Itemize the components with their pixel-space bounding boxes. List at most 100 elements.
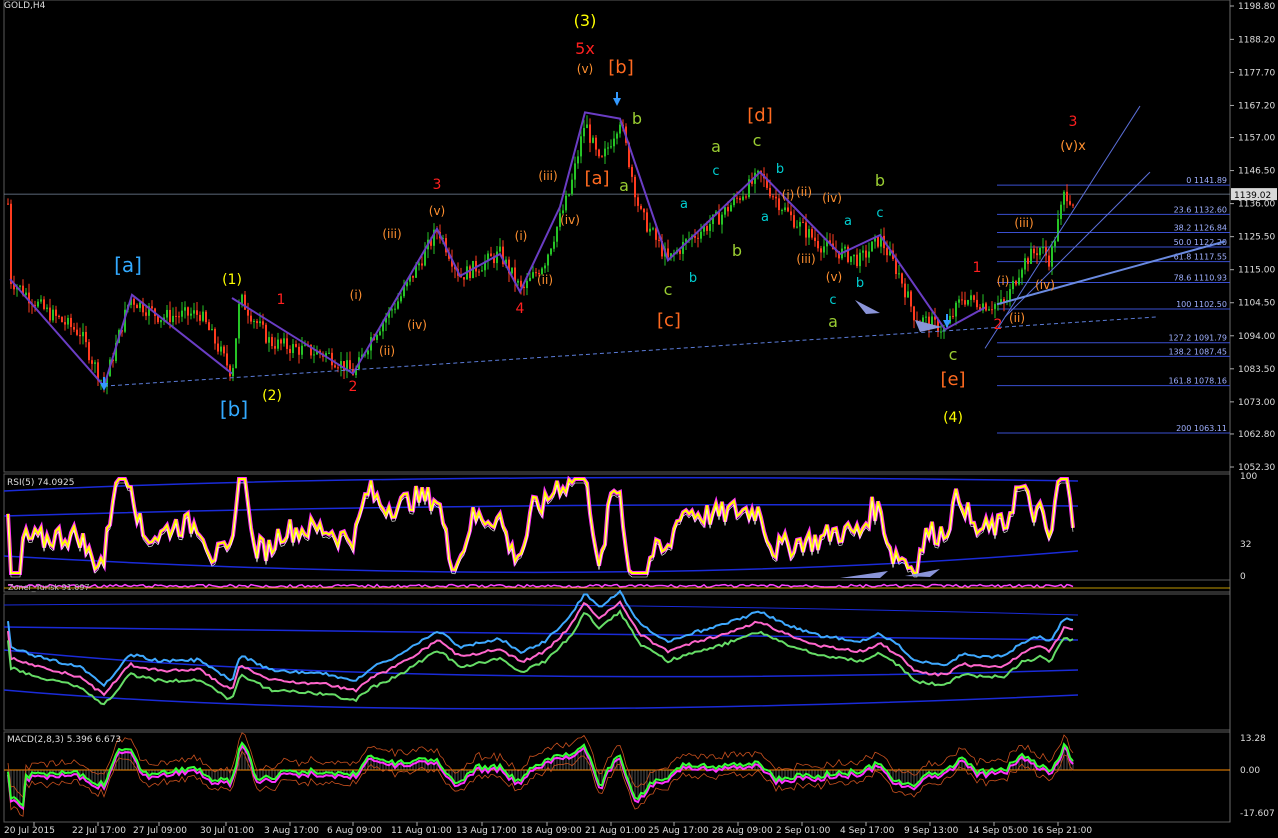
candle-body	[640, 205, 642, 209]
candle-body	[1018, 277, 1020, 285]
wave-label: a	[711, 137, 721, 156]
candle-body	[40, 299, 42, 302]
candle-body	[739, 198, 741, 200]
candle-body	[859, 252, 861, 267]
wave-label: [e]	[940, 369, 965, 390]
fib-level-label: 0 1141.89	[1186, 176, 1227, 185]
candle-body	[1036, 253, 1038, 256]
wave-label: a	[761, 210, 769, 225]
candle-body	[478, 271, 480, 273]
candle-body	[1027, 258, 1029, 264]
candle-body	[214, 328, 216, 344]
price-tick-label: 1198.80	[1238, 2, 1275, 12]
wave-label: (i)	[997, 274, 1010, 288]
wave-label: (i)	[782, 188, 795, 202]
band-top-line	[3, 626, 1079, 641]
wave-label: 2	[994, 317, 1003, 333]
wave-label: b	[875, 171, 885, 190]
candle-body	[793, 215, 795, 228]
candle-body	[844, 246, 846, 249]
wave-label: (1)	[222, 272, 242, 288]
candle-body	[634, 176, 636, 198]
candle-body	[646, 212, 648, 232]
candle-body	[616, 133, 618, 139]
candle-body	[865, 250, 867, 258]
candle-body	[604, 148, 606, 157]
candle-body	[91, 360, 93, 364]
candles	[7, 115, 1074, 395]
candle-body	[412, 275, 414, 278]
candle-body	[907, 291, 909, 298]
candle-body	[922, 317, 924, 323]
zoner-line	[7, 583, 1074, 589]
candle-body	[151, 306, 153, 309]
candle-body	[241, 294, 243, 304]
candle-body	[43, 299, 45, 309]
candle-body	[271, 337, 273, 347]
candle-body	[55, 309, 57, 316]
price-tick-label: 1083.50	[1238, 365, 1275, 375]
wave-label: (3)	[574, 11, 597, 30]
candle-body	[46, 307, 48, 309]
candle-body	[217, 343, 219, 352]
candle-body	[136, 304, 138, 309]
candle-body	[574, 163, 576, 180]
wave-label: [b]	[608, 57, 633, 78]
candle-body	[796, 226, 798, 228]
time-tick-label: 16 Sep 21:00	[1032, 826, 1092, 836]
wave-label: b	[856, 276, 864, 291]
fib-level-label: 23.6 1132.60	[1174, 205, 1227, 214]
pointer-arrow-icon	[840, 571, 888, 578]
wave-label: [c]	[657, 310, 681, 331]
price-tick-label: 1167.20	[1238, 101, 1275, 111]
wave-label: (iii)	[538, 169, 557, 183]
wave-label: a	[828, 312, 838, 331]
candle-body	[7, 203, 9, 205]
candle-body	[652, 228, 654, 230]
candle-body	[391, 309, 393, 311]
time-tick-label: 2 Sep 01:00	[776, 826, 831, 836]
wave-label: a	[619, 176, 629, 195]
candle-body	[1024, 258, 1026, 270]
candle-body	[799, 221, 801, 227]
candle-body	[259, 321, 261, 324]
wave-label: [d]	[747, 105, 772, 126]
macd-level-label: 0.00	[1240, 766, 1260, 776]
candle-body	[67, 317, 69, 325]
candle-body	[970, 295, 972, 300]
wave-label: 2	[349, 379, 358, 395]
candle-body	[961, 299, 963, 301]
wave-label: c	[664, 280, 673, 299]
candle-body	[964, 300, 966, 305]
candle-body	[817, 240, 819, 249]
fib-level-label: 127.2 1091.79	[1168, 334, 1227, 343]
wave-label: (iv)	[822, 191, 842, 205]
candle-body	[181, 310, 183, 317]
candle-body	[1042, 247, 1044, 249]
time-tick-label: 30 Jul 01:00	[200, 826, 254, 836]
band-line-lower	[7, 609, 1074, 706]
wave-label: (iii)	[796, 252, 815, 266]
candle-body	[52, 309, 54, 321]
wave-label: a	[844, 214, 852, 229]
candle-body	[589, 124, 591, 143]
candle-body	[994, 304, 996, 310]
wave-label: (v)	[577, 62, 593, 76]
candle-body	[256, 321, 258, 324]
candle-body	[511, 267, 513, 274]
candle-body	[334, 365, 336, 368]
candle-body	[37, 301, 39, 307]
candle-body	[463, 277, 465, 280]
candle-body	[886, 248, 888, 256]
candle-body	[601, 156, 603, 158]
wave-label: (iii)	[1014, 216, 1033, 230]
candle-body	[337, 367, 339, 369]
candle-body	[1063, 191, 1065, 205]
candle-body	[550, 248, 552, 255]
candle-body	[172, 315, 174, 323]
candle-body	[871, 241, 873, 252]
pointer-arrow-icon	[855, 300, 880, 314]
candle-body	[211, 328, 213, 331]
chart-canvas[interactable]: 1198.80 1188.20 1177.70 1167.20 1157.00 1146.…	[0, 0, 1278, 838]
price-tick-label: 1146.50	[1238, 167, 1275, 177]
